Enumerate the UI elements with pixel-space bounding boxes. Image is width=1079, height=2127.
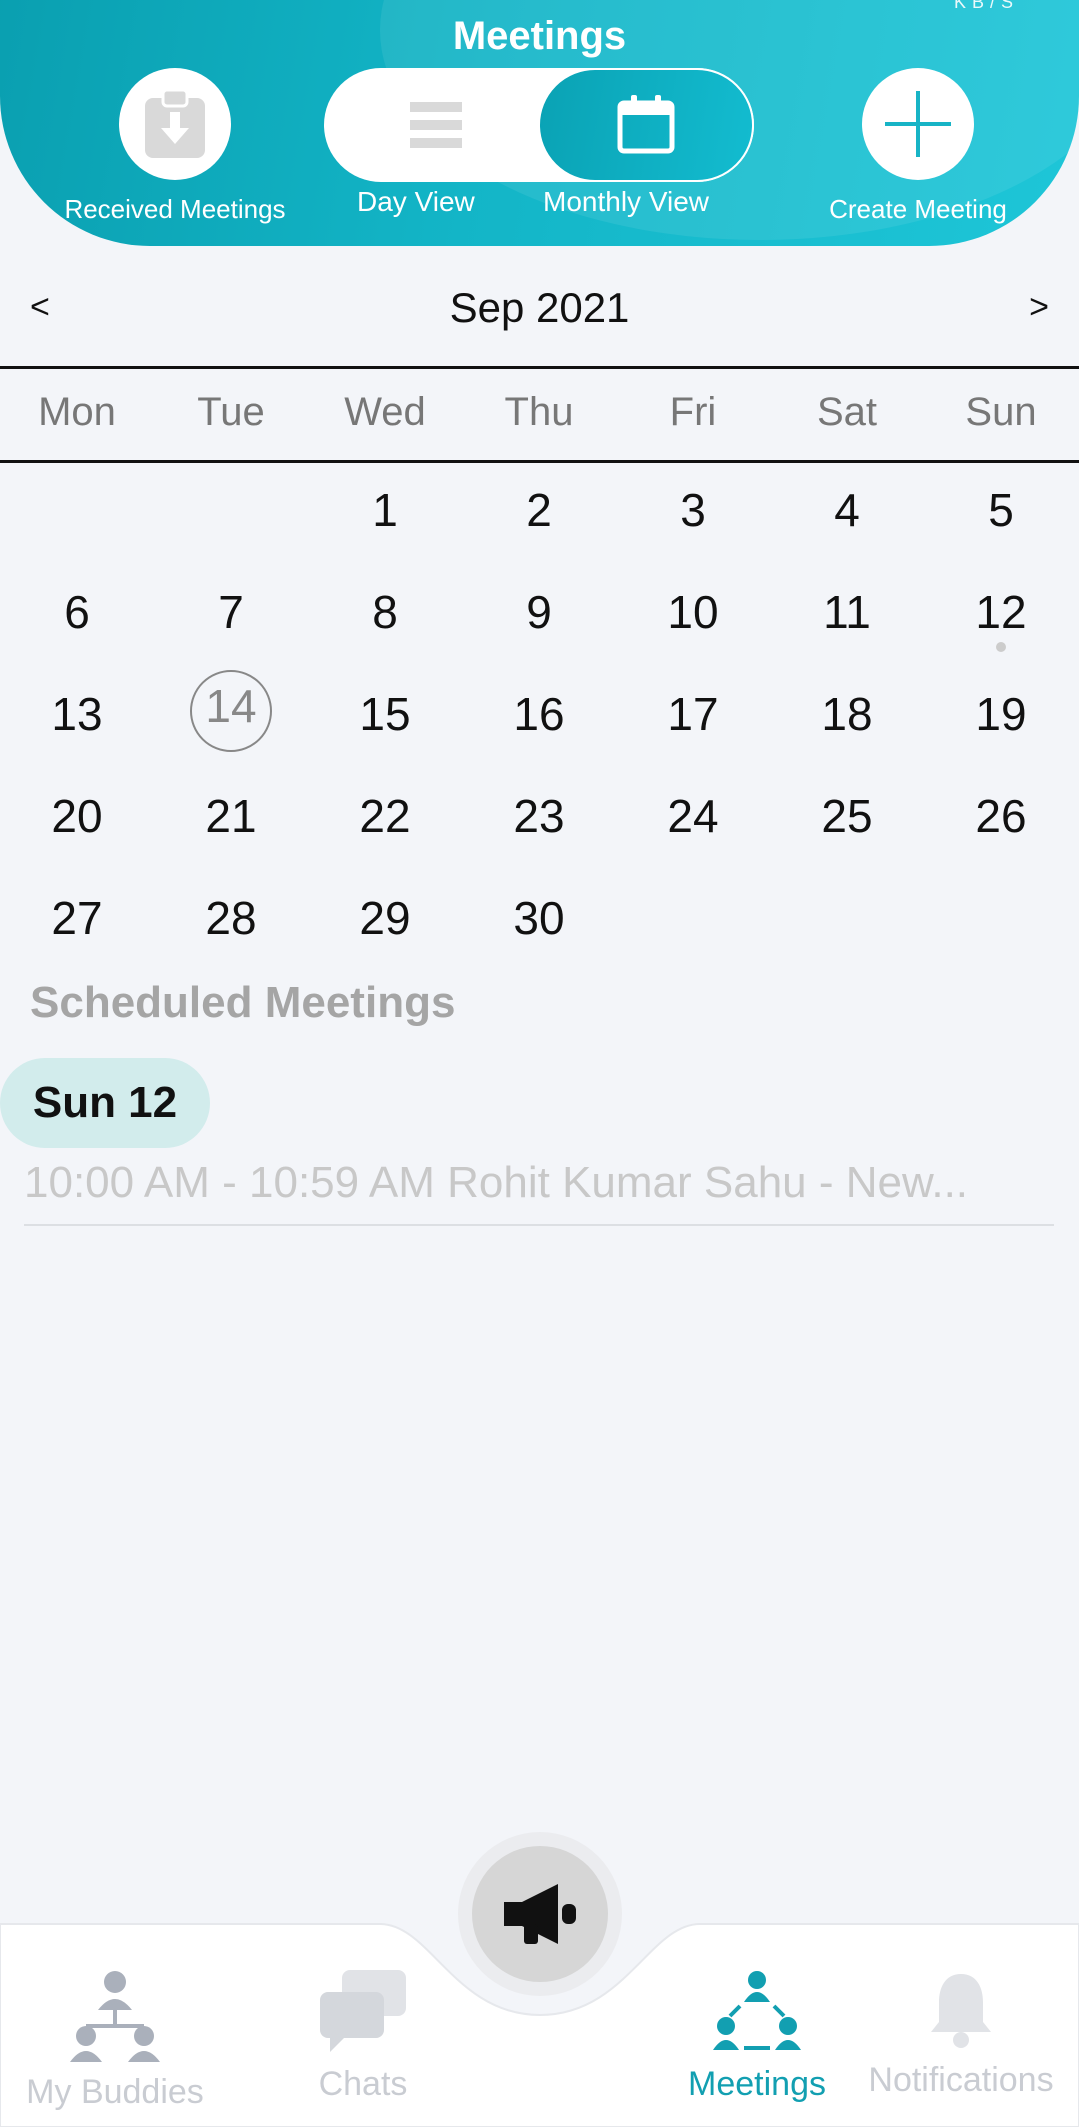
meetings-icon bbox=[713, 1971, 801, 2050]
calendar-day[interactable]: 10 bbox=[616, 584, 770, 664]
calendar-empty-cell bbox=[924, 890, 1078, 970]
calendar-day[interactable]: 11 bbox=[770, 584, 924, 664]
calendar-day[interactable]: 23 bbox=[462, 788, 616, 868]
weekday-label: Wed bbox=[344, 390, 426, 434]
month-title: Sep 2021 bbox=[449, 284, 630, 331]
monthly-view-button[interactable] bbox=[538, 68, 754, 182]
calendar-day[interactable]: 30 bbox=[462, 890, 616, 970]
calendar-day[interactable]: 14 bbox=[154, 670, 308, 766]
day-view-button[interactable] bbox=[366, 70, 506, 180]
create-meeting-label: Create Meeting bbox=[829, 194, 1007, 224]
nav-meetings[interactable]: Meetings bbox=[642, 1970, 872, 2104]
weekday-label: Sat bbox=[816, 390, 878, 434]
calendar-day[interactable]: 20 bbox=[0, 788, 154, 868]
weekday-label: Mon bbox=[38, 390, 116, 434]
received-meetings-label: Received Meetings bbox=[64, 194, 286, 224]
calendar-day[interactable]: 1 bbox=[308, 482, 462, 562]
day-view-label[interactable]: Day View bbox=[357, 186, 475, 218]
megaphone-icon bbox=[504, 1884, 576, 1944]
weekday-label: Tue bbox=[197, 390, 265, 434]
scheduled-meetings-title: Scheduled Meetings bbox=[30, 978, 456, 1027]
weekday-label: Sun bbox=[965, 390, 1037, 434]
calendar-day[interactable]: 13 bbox=[0, 686, 154, 766]
calendar-empty-cell bbox=[0, 482, 154, 562]
calendar-day[interactable]: 12 bbox=[924, 584, 1078, 664]
calendar-day[interactable]: 29 bbox=[308, 890, 462, 970]
calendar-empty-cell bbox=[154, 482, 308, 562]
bell-icon bbox=[931, 1974, 991, 2048]
calendar-empty-cell bbox=[616, 890, 770, 970]
calendar-day[interactable]: 26 bbox=[924, 788, 1078, 868]
calendar-day[interactable]: 22 bbox=[308, 788, 462, 868]
clipboard-download-icon bbox=[145, 88, 205, 158]
chats-icon bbox=[320, 1970, 406, 2052]
meeting-list-item[interactable]: 10:00 AM - 10:59 AM Rohit Kumar Sahu - N… bbox=[24, 1150, 1054, 1226]
weekday-label: Thu bbox=[504, 390, 574, 434]
nav-label: Meetings bbox=[688, 2065, 826, 2103]
calendar-day[interactable]: 19 bbox=[924, 686, 1078, 766]
calendar-day[interactable]: 27 bbox=[0, 890, 154, 970]
received-meetings-button[interactable]: Received Meetings bbox=[60, 68, 290, 225]
calendar-empty-cell bbox=[770, 890, 924, 970]
divider-top bbox=[0, 366, 1079, 369]
weekday-header: Mon Tue Wed Thu Fri Sat Sun bbox=[0, 390, 1079, 440]
page-title: Meetings bbox=[452, 14, 627, 58]
calendar-day-number: 14 bbox=[205, 680, 257, 732]
calendar-day[interactable]: 16 bbox=[462, 686, 616, 766]
month-navigation: < Sep 2021 > bbox=[0, 270, 1079, 366]
nav-label: My Buddies bbox=[26, 2073, 204, 2111]
calendar-day[interactable]: 25 bbox=[770, 788, 924, 868]
calendar-day[interactable]: 4 bbox=[770, 482, 924, 562]
nav-label: Notifications bbox=[868, 2061, 1054, 2099]
calendar-day[interactable]: 9 bbox=[462, 584, 616, 664]
buddies-icon bbox=[70, 1971, 160, 2062]
monthly-view-label[interactable]: Monthly View bbox=[543, 186, 709, 218]
create-meeting-circle[interactable] bbox=[862, 68, 974, 180]
calendar-day[interactable]: 21 bbox=[154, 788, 308, 868]
announce-button[interactable] bbox=[458, 1832, 622, 1996]
calendar-day[interactable]: 5 bbox=[924, 482, 1078, 562]
calendar-day[interactable]: 18 bbox=[770, 686, 924, 766]
weekday-label: Fri bbox=[669, 390, 717, 434]
view-toggle[interactable] bbox=[324, 68, 754, 182]
calendar-day[interactable]: 6 bbox=[0, 584, 154, 664]
status-text: KB/S bbox=[953, 0, 1019, 12]
calendar-day[interactable]: 15 bbox=[308, 686, 462, 766]
calendar-day[interactable]: 17 bbox=[616, 686, 770, 766]
next-month-button[interactable]: > bbox=[1029, 288, 1049, 327]
calendar-day[interactable]: 28 bbox=[154, 890, 308, 970]
nav-chats[interactable]: Chats bbox=[248, 1970, 478, 2104]
event-dot bbox=[996, 642, 1006, 652]
nav-my-buddies[interactable]: My Buddies bbox=[0, 1970, 230, 2112]
nav-notifications[interactable]: Notifications bbox=[846, 1970, 1076, 2100]
calendar-day[interactable]: 2 bbox=[462, 482, 616, 562]
divider-weekdays bbox=[0, 460, 1079, 463]
list-icon bbox=[410, 102, 462, 148]
calendar-day[interactable]: 3 bbox=[616, 482, 770, 562]
scheduled-date-pill: Sun 12 bbox=[0, 1058, 210, 1148]
announce-fab[interactable] bbox=[472, 1846, 608, 1982]
calendar-day[interactable]: 8 bbox=[308, 584, 462, 664]
create-meeting-button[interactable]: Create Meeting bbox=[800, 68, 1036, 225]
calendar-day[interactable]: 7 bbox=[154, 584, 308, 664]
plus-icon bbox=[885, 91, 951, 157]
nav-label: Chats bbox=[318, 2065, 408, 2103]
calendar-icon bbox=[617, 95, 675, 154]
calendar-day[interactable]: 24 bbox=[616, 788, 770, 868]
received-meetings-circle[interactable] bbox=[119, 68, 231, 180]
